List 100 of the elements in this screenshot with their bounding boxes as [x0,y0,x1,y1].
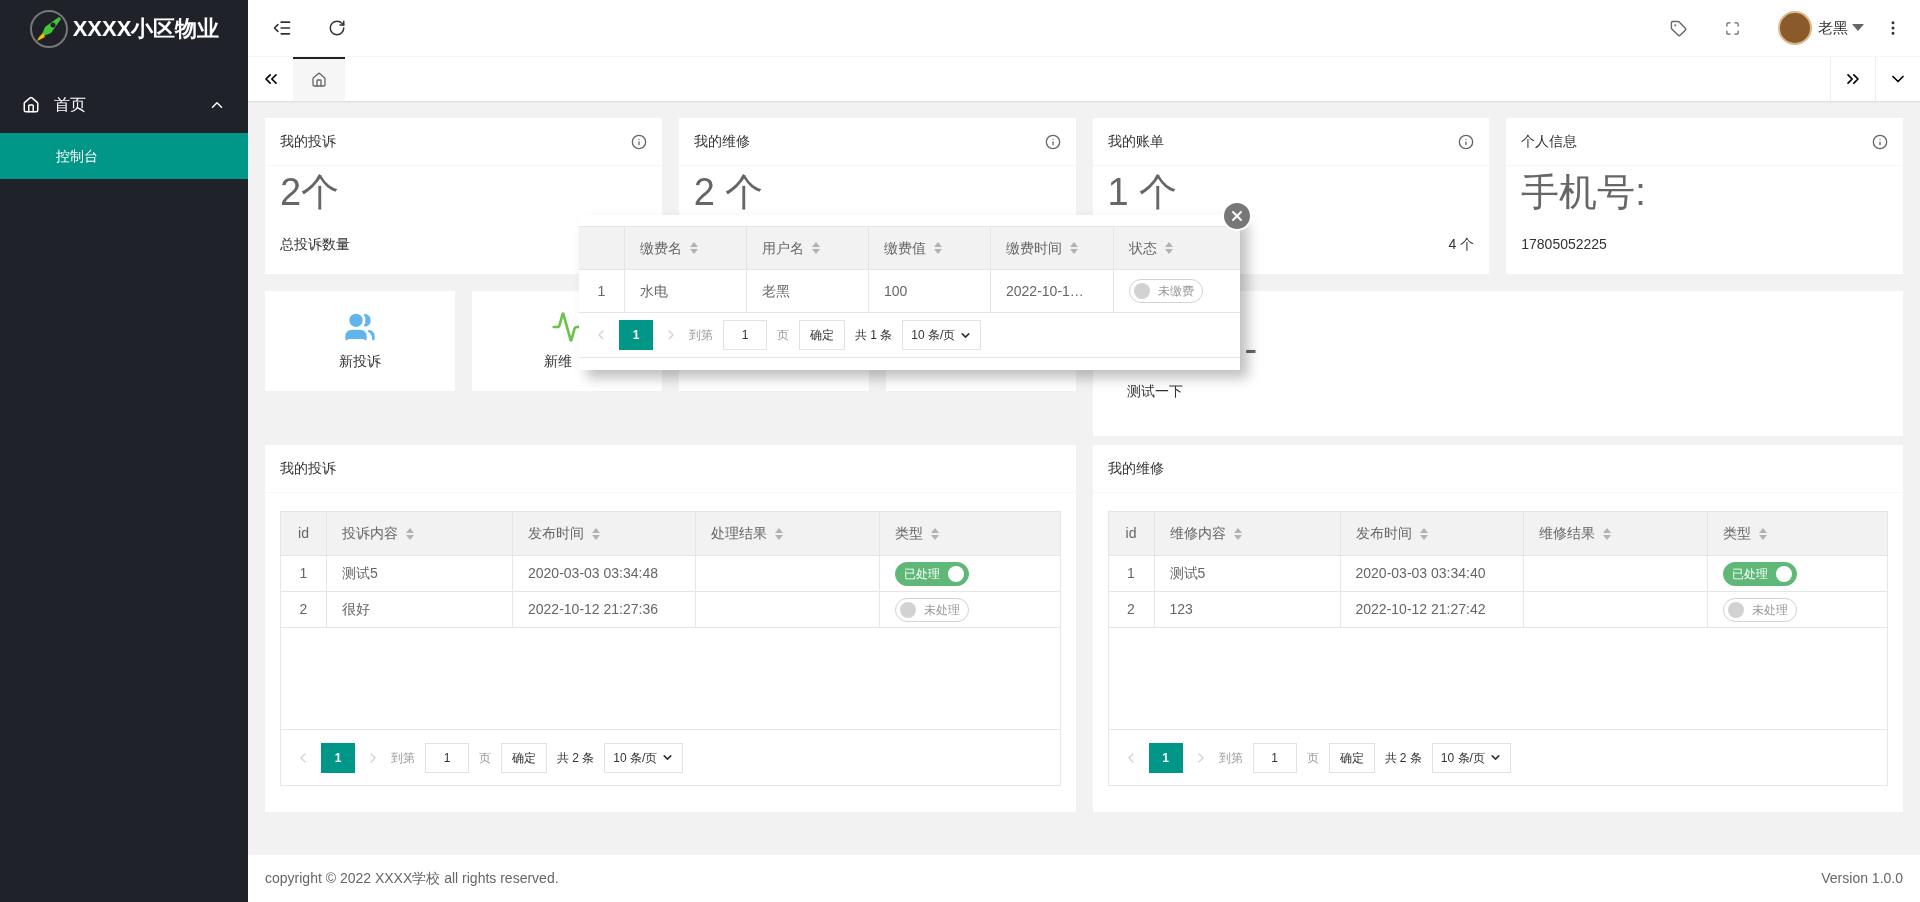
shortcut-card[interactable]: 新投诉 [265,291,455,391]
table-cell: 2 [1108,592,1155,627]
sort-icon[interactable] [931,527,939,540]
sort-icon[interactable] [775,527,783,540]
card-title: 我的账单 [1107,132,1164,151]
table-cell: 老黑 [747,270,869,312]
notice-text: 测试一下 [1126,382,1184,401]
table-cell: 2022-10-12 21:27:36 [513,592,696,627]
column-header[interactable]: 缴费名 [625,227,747,269]
goto-label: 到第 [1218,749,1243,767]
sort-icon[interactable] [1419,527,1428,540]
column-header[interactable]: 处理结果 [696,512,880,555]
sort-icon[interactable] [592,527,600,540]
column-header[interactable]: id [1108,512,1155,555]
sidebar-item[interactable]: 控制台 [0,133,248,179]
page-size-select[interactable]: 10 条/页 [604,742,684,773]
page-size-select[interactable]: 10 条/页 [1431,742,1511,773]
table-cell: 1 [281,556,327,591]
goto-label: 到第 [391,749,415,767]
table-cell: 测试5 [1154,556,1341,591]
info-icon [1872,133,1888,150]
total-count: 共 1 条 [855,327,893,344]
column-header[interactable]: 缴费时间 [991,227,1114,269]
stat-extra: 4 个 [1448,235,1475,254]
sort-icon[interactable] [812,242,820,254]
sort-icon[interactable] [1602,527,1611,540]
column-header[interactable]: id [281,512,327,555]
stat-caption: 总投诉数量 [280,235,350,254]
page-size-select[interactable]: 10 条/页 [902,320,982,350]
confirm-button[interactable]: 确定 [501,742,547,773]
stat-value: 手机号: [1521,170,1647,214]
panel-title: 我的维修 [1092,445,1903,493]
goto-label: 到第 [689,327,713,344]
table-cell: 2020-03-03 03:34:48 [513,556,696,591]
table-cell: 2022-10-1… [991,270,1114,312]
table-cell: 2020-03-03 03:34:40 [1340,556,1524,591]
confirm-button[interactable]: 确定 [1328,742,1375,773]
page-input[interactable]: 1 [723,320,767,350]
menu-fold-icon[interactable] [272,18,292,38]
page-unit: 页 [777,327,789,344]
table-cell: 测试5 [327,556,513,591]
card-title: 我的维修 [693,132,750,151]
tag-icon[interactable] [1670,19,1687,37]
column-header[interactable]: 状态 [1114,227,1240,269]
page-button[interactable]: 1 [321,742,355,773]
user-name[interactable]: 老黑 [1818,16,1848,40]
column-header[interactable]: 发布时间 [513,512,696,555]
sort-icon[interactable] [1758,527,1767,540]
sort-icon[interactable] [1070,242,1078,254]
brand-title: XXXX小区物业 [72,15,220,43]
sort-icon[interactable] [690,242,698,254]
table-cell: 1 [1108,556,1155,591]
stat-value: 2 个 [693,170,765,214]
column-header[interactable]: 维修结果 [1523,512,1708,555]
sidebar-item[interactable]: 首页 [0,77,248,133]
total-count: 共 2 条 [1384,749,1422,767]
column-header[interactable]: 缴费值 [869,227,991,269]
home-icon [311,72,327,88]
refresh-icon[interactable] [328,19,346,37]
total-count: 共 2 条 [557,749,595,767]
page-button[interactable]: 1 [619,320,653,350]
column-header[interactable]: 类型 [880,512,1060,555]
page-button[interactable]: 1 [1148,742,1183,773]
status-switch[interactable]: 未缴费 [1129,279,1203,303]
confirm-button[interactable]: 确定 [799,320,845,350]
page-unit: 页 [479,749,491,767]
page-input[interactable]: 1 [425,742,469,773]
fullscreen-icon[interactable] [1725,20,1740,36]
home-tab[interactable] [293,57,345,101]
stat-value: 1 个 [1107,170,1179,214]
card-title: 个人信息 [1521,132,1578,151]
column-header[interactable]: 类型 [1707,512,1887,555]
column-header[interactable]: 发布时间 [1340,512,1524,555]
table-cell: 2022-10-12 21:27:42 [1340,592,1524,627]
copyright-text: copyright © 2022 XXXX学校 all rights reserved. [265,869,559,888]
column-header[interactable]: 投诉内容 [327,512,513,555]
page-input[interactable]: 1 [1252,742,1297,773]
page-unit: 页 [1306,749,1319,767]
status-switch[interactable]: 未处理 [895,597,969,622]
status-switch[interactable]: 未处理 [1722,597,1797,622]
column-header[interactable]: 用户名 [747,227,869,269]
table-cell: 2 [281,592,327,627]
close-icon [1229,208,1245,224]
avatar[interactable] [1778,11,1812,45]
table-cell: 123 [1154,592,1341,627]
stat-value: 2个 [280,170,341,214]
table-cell: 1 [579,270,625,312]
table-cell: 100 [869,270,991,312]
card-title: 我的投诉 [280,132,336,151]
dropdown-caret-icon[interactable] [1852,24,1864,32]
column-header[interactable]: 维修内容 [1154,512,1341,555]
sort-icon[interactable] [1233,527,1242,540]
home-icon [22,96,40,114]
stat-caption: 17805052225 [1521,235,1607,254]
notice-heading: - [1244,329,1259,369]
sort-icon[interactable] [934,242,942,254]
info-icon [630,133,647,150]
sort-icon[interactable] [1165,242,1173,254]
version-text: Version 1.0.0 [1821,869,1903,888]
sort-icon[interactable] [406,527,414,540]
